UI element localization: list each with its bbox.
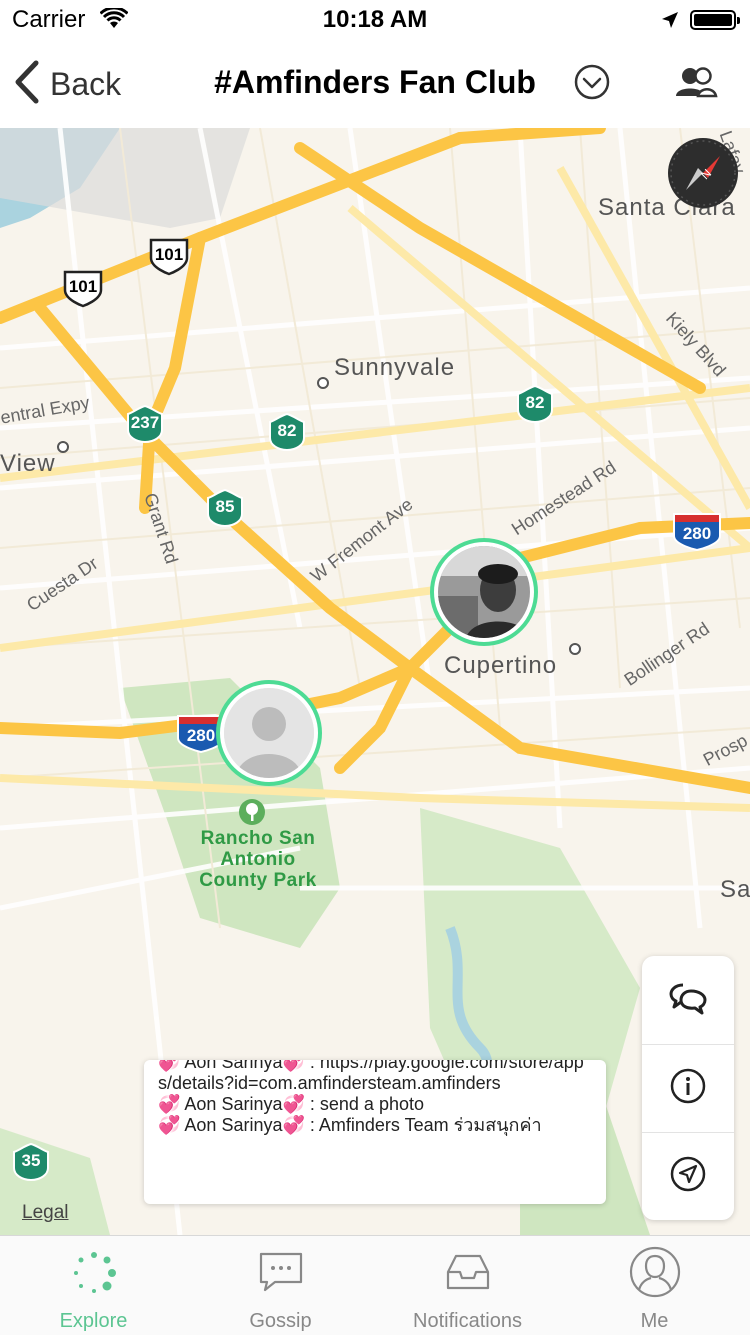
shield-number: 101 [154, 245, 184, 264]
default-avatar-icon [224, 688, 314, 778]
city-marker [57, 441, 69, 453]
user-photo [438, 546, 530, 638]
compass-icon: N [670, 140, 736, 206]
tab-notifications[interactable]: Notifications [374, 1236, 561, 1335]
city-marker [317, 377, 329, 389]
city-label-view: View [0, 450, 56, 477]
shield-number: 85 [215, 497, 235, 516]
shield-number: 237 [130, 413, 160, 432]
map-action-panel [642, 956, 734, 1220]
park-label-line: Antonio [220, 849, 296, 870]
chat-bubble-icon [187, 1250, 374, 1294]
status-bar: Carrier 10:18 AM [0, 0, 750, 40]
chat-button[interactable] [642, 956, 734, 1044]
shield-number: 280 [682, 524, 712, 543]
page-title: #Amfinders Fan Club [214, 64, 536, 100]
tab-explore[interactable]: Explore [0, 1236, 187, 1335]
info-icon [670, 1068, 706, 1109]
tab-label: Explore [59, 1310, 128, 1332]
chat-message: 💞 Aon Sarinya💞 : Amfinders Team ร่วมสนุก… [158, 1115, 542, 1135]
us-101-shield: 101 [148, 236, 190, 276]
shield-number: 35 [21, 1151, 41, 1170]
chat-messages: 💞 Aon Sarinya💞 : https://play.google.com… [158, 1060, 596, 1136]
tab-label: Notifications [413, 1310, 522, 1332]
user-avatar-marker[interactable] [216, 680, 322, 786]
chat-bubbles-icon [669, 981, 707, 1020]
back-label: Back [50, 65, 122, 102]
explore-icon [0, 1250, 187, 1296]
ca-82-shield: 82 [266, 412, 308, 452]
members-button[interactable] [674, 66, 718, 105]
ca-85-shield: 85 [204, 488, 246, 528]
park-label-line: Rancho San [200, 828, 316, 849]
chat-message: 💞 Aon Sarinya💞 : send a photo [158, 1094, 424, 1114]
us-101-shield: 101 [62, 268, 104, 308]
park-label-line: County Park [199, 870, 317, 891]
park-tree-icon [238, 798, 266, 831]
shield-number: 82 [525, 393, 545, 412]
shield-number: 101 [68, 277, 98, 296]
ca-82-shield: 82 [514, 384, 556, 424]
city-label-sunnyvale: Sunnyvale [334, 354, 456, 381]
info-button[interactable] [642, 1044, 734, 1132]
dropdown-button[interactable] [574, 64, 610, 105]
status-time: 10:18 AM [322, 6, 428, 33]
chevron-left-icon [14, 60, 40, 109]
park-label: Rancho San Antonio County Park [180, 828, 336, 891]
chevron-down-circle-icon [574, 64, 610, 104]
tab-bar: Explore Gossip Notifications Me [0, 1235, 750, 1335]
city-label-cupertino: Cupertino [444, 652, 558, 679]
tab-label: Gossip [249, 1310, 312, 1332]
navigation-bar: Back #Amfinders Fan Club [0, 40, 750, 129]
chat-message: 💞 Aon Sarinya💞 : https://play.google.com… [158, 1060, 584, 1093]
tab-me[interactable]: Me [561, 1236, 748, 1335]
location-arrow-icon [660, 10, 680, 35]
inbox-icon [374, 1250, 561, 1294]
tab-label: Me [640, 1310, 669, 1332]
back-button[interactable]: Back [14, 60, 121, 108]
chat-preview[interactable]: 💞 Aon Sarinya💞 : https://play.google.com… [144, 1060, 606, 1204]
tab-gossip[interactable]: Gossip [187, 1236, 374, 1335]
ca-237-shield: 237 [124, 404, 166, 444]
legal-link[interactable]: Legal [22, 1202, 69, 1224]
i-280-shield: 280 [672, 512, 722, 552]
battery-icon [690, 10, 740, 30]
profile-icon [561, 1246, 748, 1298]
locate-button[interactable] [642, 1132, 734, 1220]
city-marker [569, 643, 581, 655]
users-icon [674, 67, 718, 104]
shield-number: 82 [277, 421, 297, 440]
ca-35-shield: 35 [10, 1142, 52, 1182]
navigation-arrow-icon [670, 1156, 706, 1197]
user-avatar-marker[interactable] [430, 538, 538, 646]
compass-button[interactable]: N [668, 138, 738, 208]
city-label-sa: Sa [720, 876, 750, 903]
